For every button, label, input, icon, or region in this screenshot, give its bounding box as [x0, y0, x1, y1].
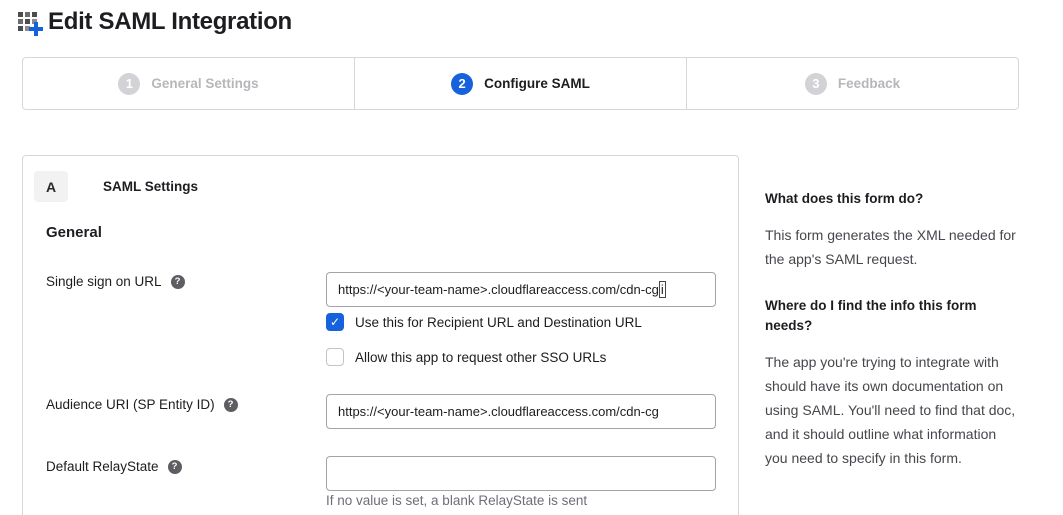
help-heading: What does this form do? [765, 189, 1017, 209]
help-body: This form generates the XML needed for t… [765, 223, 1017, 271]
text-cursor: i [659, 281, 666, 298]
help-body: The app you're trying to integrate with … [765, 350, 1017, 470]
help-icon[interactable]: ? [168, 460, 182, 474]
help-icon[interactable]: ? [224, 398, 238, 412]
check-glyph: ✓ [330, 315, 340, 329]
audience-uri-input[interactable]: https://<your-team-name>.cloudflareacces… [326, 394, 716, 429]
help-glyph: ? [228, 400, 234, 410]
checkbox-checked-icon[interactable]: ✓ [326, 313, 344, 331]
sso-url-label: Single sign on URL ? [46, 274, 185, 289]
page-header: Edit SAML Integration [16, 8, 292, 36]
other-sso-checkbox-row[interactable]: Allow this app to request other SSO URLs [326, 348, 606, 366]
step-number-badge: 1 [118, 73, 140, 95]
input-value: https://<your-team-name>.cloudflareacces… [338, 282, 659, 297]
checkbox-label: Allow this app to request other SSO URLs [355, 350, 606, 365]
step-label: Feedback [838, 76, 900, 91]
relay-state-label: Default RelayState ? [46, 459, 182, 474]
section-title: SAML Settings [103, 179, 198, 194]
checkbox-unchecked-icon[interactable] [326, 348, 344, 366]
edit-saml-integration-page: Edit SAML Integration 1 General Settings… [0, 0, 1063, 515]
step-label: Configure SAML [484, 76, 590, 91]
help-glyph: ? [172, 462, 178, 472]
relay-state-input[interactable] [326, 456, 716, 491]
step-feedback[interactable]: 3 Feedback [686, 58, 1018, 109]
wizard-stepbar: 1 General Settings 2 Configure SAML 3 Fe… [22, 57, 1019, 110]
step-configure-saml[interactable]: 2 Configure SAML [354, 58, 686, 109]
field-label-text: Default RelayState [46, 459, 159, 474]
step-number-badge: 2 [451, 73, 473, 95]
group-heading-general: General [46, 224, 102, 241]
saml-settings-panel: A SAML Settings General Single sign on U… [22, 155, 739, 515]
help-aside: What does this form do? This form genera… [765, 189, 1017, 470]
step-label: General Settings [151, 76, 258, 91]
field-label-text: Single sign on URL [46, 274, 162, 289]
section-badge: A [34, 171, 68, 202]
help-heading: Where do I find the info this form needs… [765, 296, 1017, 336]
sso-url-input[interactable]: https://<your-team-name>.cloudflareacces… [326, 272, 716, 307]
help-icon[interactable]: ? [171, 275, 185, 289]
field-label-text: Audience URI (SP Entity ID) [46, 397, 215, 412]
recipient-url-checkbox-row[interactable]: ✓ Use this for Recipient URL and Destina… [326, 313, 642, 331]
checkbox-label: Use this for Recipient URL and Destinati… [355, 315, 642, 330]
input-value: https://<your-team-name>.cloudflareacces… [338, 404, 659, 419]
audience-uri-label: Audience URI (SP Entity ID) ? [46, 397, 238, 412]
relay-state-hint: If no value is set, a blank RelayState i… [326, 493, 587, 508]
help-glyph: ? [175, 277, 181, 287]
page-title: Edit SAML Integration [48, 8, 292, 36]
step-general-settings[interactable]: 1 General Settings [23, 58, 354, 109]
step-number-badge: 3 [805, 73, 827, 95]
add-app-grid-icon [16, 9, 43, 36]
